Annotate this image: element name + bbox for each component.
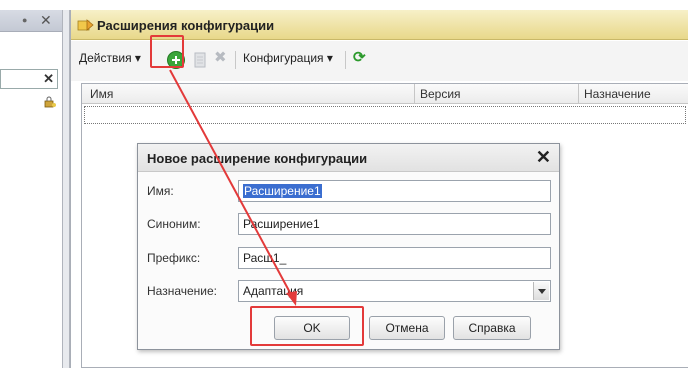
pointer-arrow — [169, 69, 297, 306]
